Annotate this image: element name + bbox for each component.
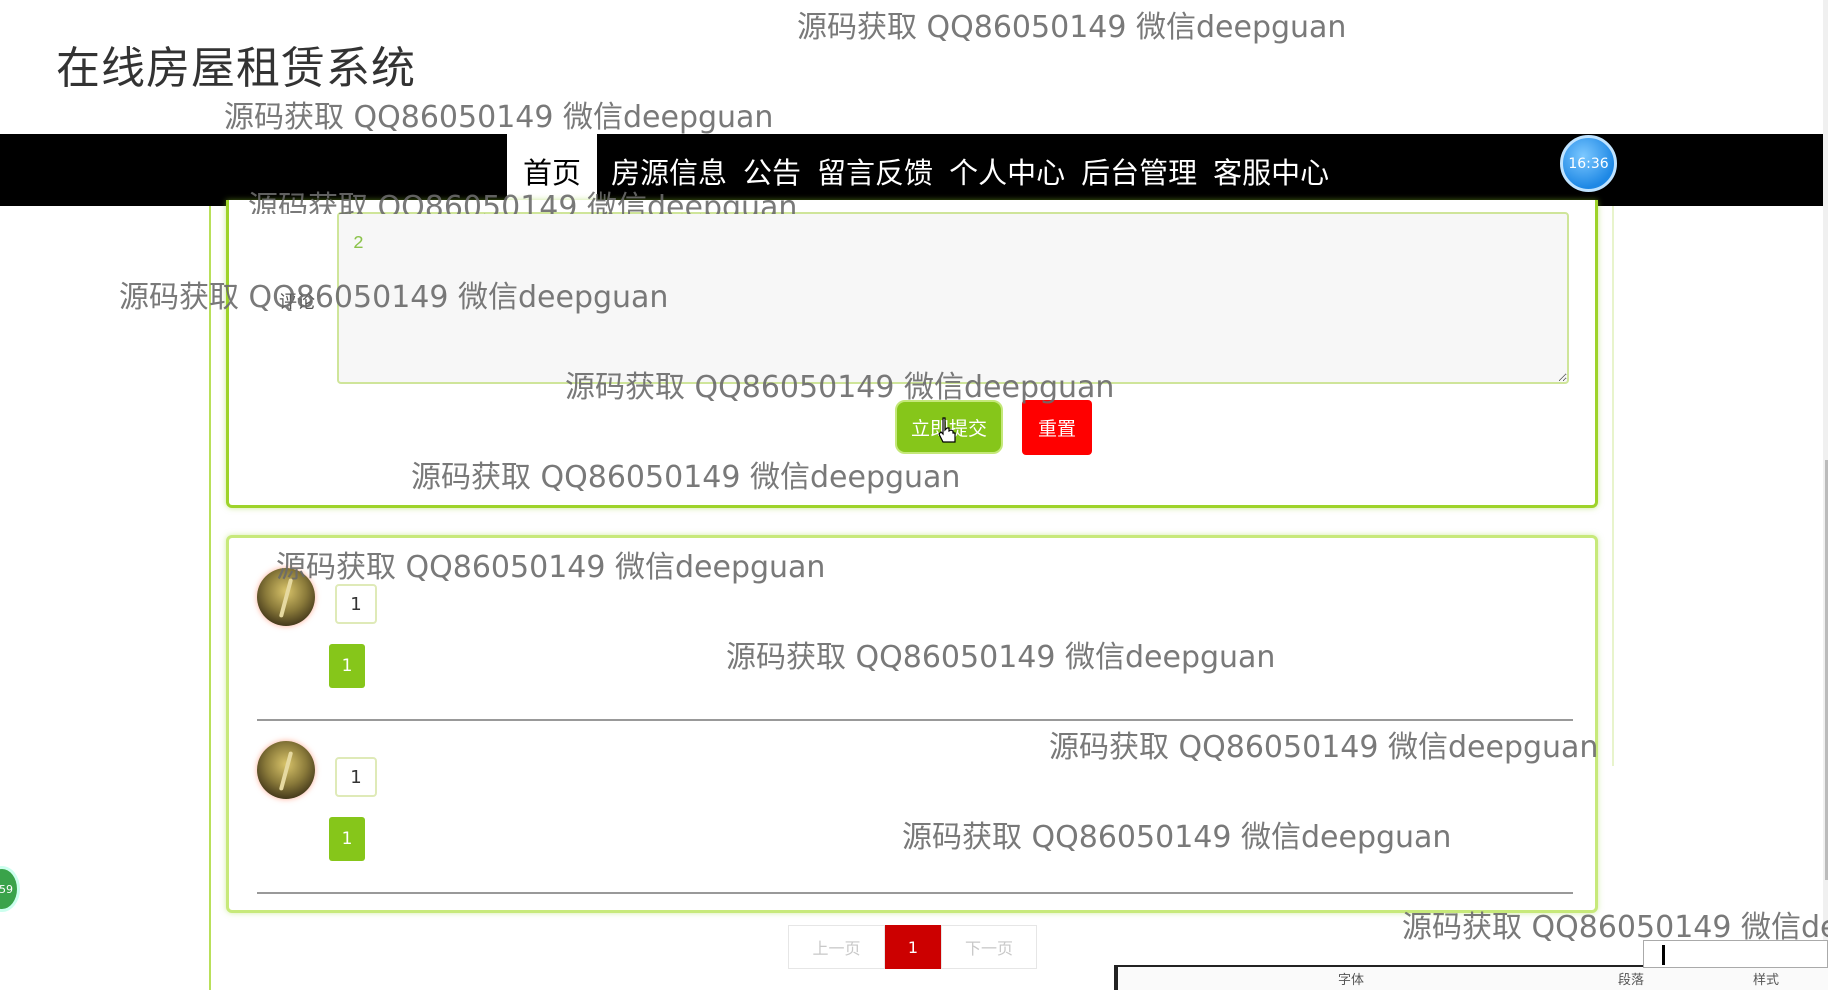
comment-label: 评论 xyxy=(279,292,315,313)
watermark: 源码获取 QQ86050149 微信deepguan xyxy=(797,10,1347,45)
nav-item-announcements[interactable]: 公告 xyxy=(735,134,809,206)
watermark: 源码获取 QQ86050149 微信deepguan xyxy=(224,100,774,135)
avatar xyxy=(257,568,315,626)
comment-author: 1 xyxy=(335,584,377,624)
current-page-button[interactable]: 1 xyxy=(885,925,941,969)
nav-item-listings[interactable]: 房源信息 xyxy=(603,134,735,206)
side-float-badge[interactable]: 59 xyxy=(0,866,20,912)
nav-item-profile[interactable]: 个人中心 xyxy=(941,134,1073,206)
avatar xyxy=(257,741,315,799)
page-border-right xyxy=(1612,206,1614,766)
main-navbar: 首页 房源信息 公告 留言反馈 个人中心 后台管理 客服中心 xyxy=(0,134,1823,206)
nav-item-admin[interactable]: 后台管理 xyxy=(1073,134,1205,206)
toolbar-label: 字体 xyxy=(1338,973,1365,988)
pagination: 上一页 1 下一页 xyxy=(788,925,1037,969)
comment-form: 评论 2 立即提交 重置 xyxy=(226,200,1598,508)
hand-cursor-icon xyxy=(938,417,956,443)
reset-button[interactable]: 重置 xyxy=(1022,400,1092,455)
clock-widget: 16:36 xyxy=(1560,135,1617,192)
comment-content: 1 xyxy=(329,644,365,688)
background-window-panel xyxy=(1643,940,1828,968)
toolbar-label: 段落 xyxy=(1618,973,1645,988)
comment-content: 1 xyxy=(329,817,365,861)
comment-list: 1 1 1 1 xyxy=(226,535,1598,913)
list-item: 1 1 xyxy=(257,548,1573,721)
prev-page-button[interactable]: 上一页 xyxy=(788,925,885,969)
nav-menu: 首页 房源信息 公告 留言反馈 个人中心 后台管理 客服中心 xyxy=(507,134,1337,206)
next-page-button[interactable]: 下一页 xyxy=(941,925,1037,969)
page-border-left xyxy=(209,206,211,990)
list-item: 1 1 xyxy=(257,721,1573,894)
comment-textarea[interactable]: 2 xyxy=(337,212,1569,384)
nav-item-home[interactable]: 首页 xyxy=(507,134,598,206)
toolbar-label: 样式 xyxy=(1753,973,1780,988)
nav-item-support[interactable]: 客服中心 xyxy=(1205,134,1337,206)
background-window-toolbar: 字体 段落 样式 xyxy=(1114,965,1828,990)
site-title: 在线房屋租赁系统 xyxy=(56,43,416,94)
nav-item-feedback[interactable]: 留言反馈 xyxy=(809,134,941,206)
comment-author: 1 xyxy=(335,757,377,797)
